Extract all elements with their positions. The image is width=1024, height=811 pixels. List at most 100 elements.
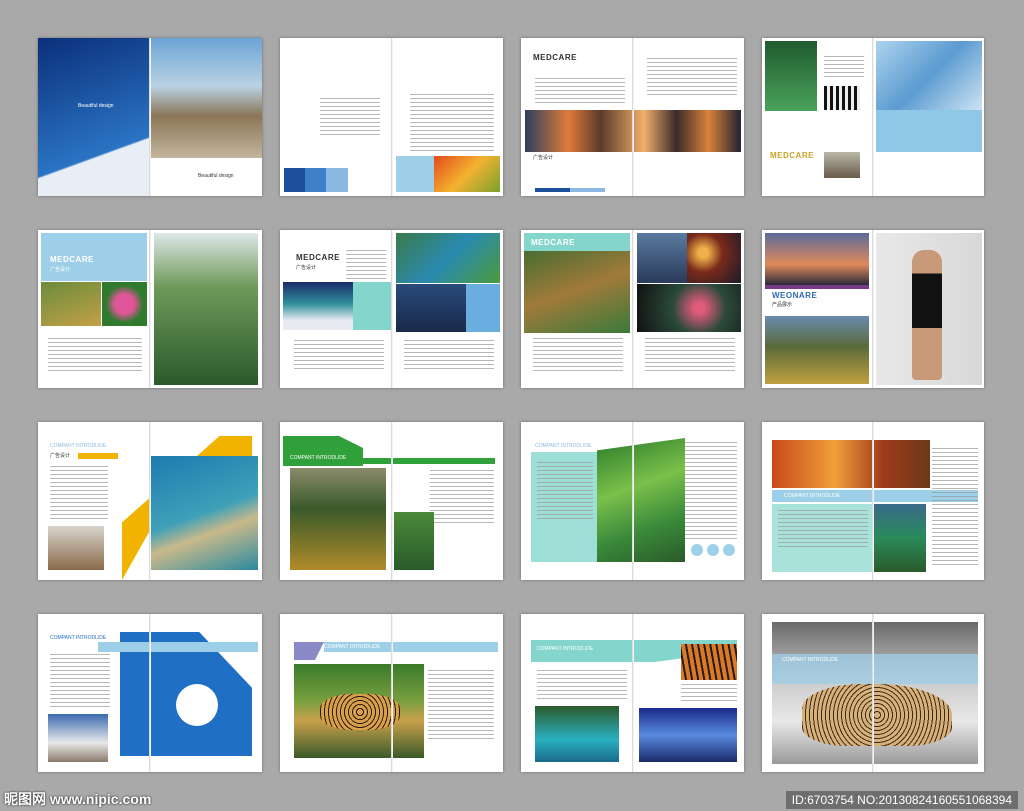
medcare-title: MEDCARE — [296, 253, 340, 262]
compant-title: COMPANT INTRODLIDE — [324, 644, 381, 650]
spread-2-mountains: MEDCARE 广告设计 — [38, 230, 262, 388]
watermark-bar: 昵图网 www.nipic.com ID:6703754 NO:20130824… — [0, 789, 1024, 811]
valley-photo — [765, 316, 869, 384]
text-column — [645, 338, 735, 374]
ice-photo — [876, 41, 982, 111]
light-blue-stripe — [98, 642, 258, 652]
cave-photo — [535, 706, 619, 762]
coast-photo — [637, 233, 687, 283]
text-column — [685, 442, 737, 542]
bokeh-photo — [687, 233, 741, 283]
text-column — [537, 670, 627, 700]
text-column — [346, 250, 386, 282]
text-column — [294, 340, 384, 370]
fold — [390, 38, 393, 196]
castle-photo — [639, 708, 737, 762]
text-column — [404, 340, 494, 370]
text-column — [535, 78, 625, 106]
fold — [872, 614, 874, 772]
fold — [631, 422, 634, 580]
fold — [390, 614, 393, 772]
text-column — [50, 466, 108, 520]
flower-photo — [102, 282, 147, 326]
blue-side-panel — [466, 284, 500, 332]
blue-dot — [707, 544, 719, 556]
spread-3-autumn: COMPANT INTRODLIDE — [762, 422, 984, 580]
terrace-photo — [41, 282, 101, 326]
river-photo — [396, 233, 500, 283]
text-column — [932, 448, 978, 568]
text-column — [681, 684, 737, 704]
fold — [390, 230, 393, 388]
cover-sub-text: Beautiful design — [198, 173, 234, 179]
medcare-title: MEDCARE — [531, 238, 575, 247]
compant-title: COMPANT INTRODLIDE — [290, 455, 347, 461]
tiger-photo — [681, 644, 737, 680]
text-column — [48, 338, 142, 372]
fold — [149, 230, 151, 388]
spread-1-medcare: MEDCARE 广告设计 — [521, 38, 744, 196]
forest-photo — [765, 41, 817, 111]
ad-design-label: 广告设计 — [533, 155, 554, 161]
horse-photo — [48, 714, 108, 762]
text-column — [824, 56, 864, 80]
spread-2-aurora: MEDCARE 广告设计 — [280, 230, 503, 388]
autumn-tree-photo — [772, 440, 930, 488]
terrace-field-photo — [597, 438, 685, 562]
fold — [390, 422, 393, 580]
text-column — [537, 462, 593, 522]
fold — [631, 614, 634, 772]
text-column — [647, 58, 737, 98]
medcare-title: MEDCARE — [533, 53, 577, 62]
spread-3-green: COMPANT INTRODLIDE — [280, 422, 503, 580]
text-column — [428, 670, 494, 740]
green-rule — [363, 458, 495, 464]
bull-photo — [824, 152, 860, 178]
text-column — [778, 510, 868, 550]
text-column — [320, 98, 380, 138]
savanna-photo — [290, 468, 386, 570]
fold — [872, 422, 874, 580]
white-circle — [176, 684, 218, 726]
compant-title: COMPANT INTRODLIDE — [50, 635, 107, 641]
pier-photo — [765, 233, 869, 285]
spread-4-leopard: COMPANT INTRODLIDE — [762, 614, 984, 772]
spread-2-model: WEONARE 产品展示 — [762, 230, 984, 388]
compant-title: COMPANT INTRODLIDE — [784, 493, 841, 499]
fold — [872, 230, 874, 388]
cheetah-figure — [320, 694, 400, 730]
leaf-photo — [434, 156, 500, 192]
sea-lion-photo — [48, 526, 104, 570]
lights-photo — [637, 284, 741, 332]
product-show-label: 产品展示 — [772, 302, 793, 308]
text-column — [410, 94, 494, 154]
spread-4-cheetah: COMPANT INTRODLIDE — [280, 614, 503, 772]
text-column — [533, 338, 623, 374]
purple-stripe — [765, 285, 869, 289]
watermark-site: 昵图网 www.nipic.com — [4, 791, 152, 807]
teal-box — [353, 282, 393, 330]
cover-logo-text: Beautiful design — [78, 103, 114, 109]
aurora-photo — [283, 282, 353, 330]
yellow-label-bar — [78, 453, 118, 459]
ad-design-label: 广告设计 — [296, 265, 317, 271]
ad-design-label: 广告设计 — [50, 267, 71, 273]
fold — [872, 38, 874, 196]
forest-small-photo — [394, 512, 434, 570]
jungle-photo — [154, 233, 258, 385]
fold — [149, 422, 151, 580]
blue-dot — [723, 544, 735, 556]
whale-photo — [396, 284, 466, 332]
zebra-photo — [824, 86, 860, 110]
spread-1-nature: MEDCARE — [762, 38, 984, 196]
blue-swatches — [284, 168, 348, 192]
spread-1-cover: Beautiful design Beautiful design — [38, 38, 262, 196]
island-photo — [150, 456, 258, 570]
leopard-figure — [802, 684, 952, 746]
purple-header — [294, 642, 324, 660]
ad-design-label: 广告设计 — [50, 453, 71, 459]
weonare-title: WEONARE — [772, 291, 818, 300]
model-figure — [912, 250, 942, 380]
compant-title: COMPANT INTRODLIDE — [782, 657, 839, 663]
spread-3-terraces: COMPANT INTRODLIDE — [521, 422, 744, 580]
